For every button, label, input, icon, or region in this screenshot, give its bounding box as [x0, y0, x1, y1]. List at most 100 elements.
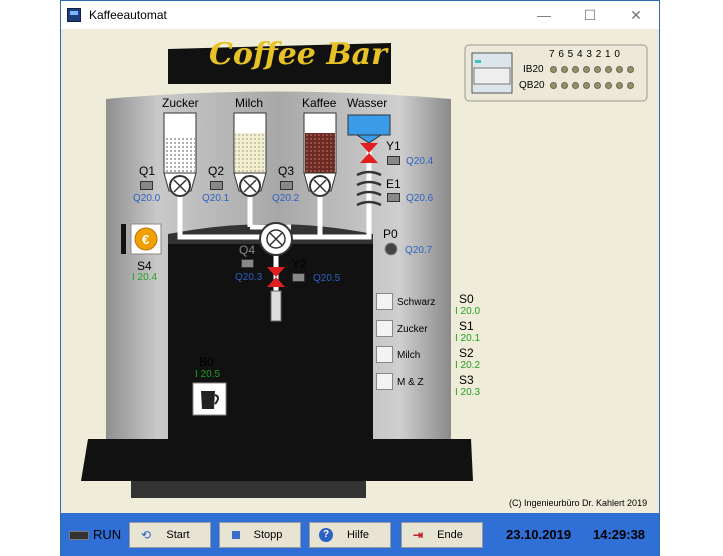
plc-input-led [561, 66, 568, 73]
plc-output-led [605, 82, 612, 89]
valve-q1-label: Q1 [139, 164, 156, 178]
run-label: RUN [93, 527, 122, 542]
valve-y1-indicator [387, 156, 400, 165]
plc-output-led [616, 82, 623, 89]
cup-label: B0 [199, 355, 214, 369]
stop-icon [228, 527, 244, 543]
select-milch-button[interactable] [376, 346, 393, 363]
lamp-p0-label: P0 [383, 227, 398, 241]
plc-input-led [572, 66, 579, 73]
app-window: Kaffeeautomat — ☐ ✕ € Coffee Bar 7 6 5 4… [60, 0, 660, 556]
valve-q1-addr: Q20.0 [133, 193, 161, 204]
help-button[interactable]: ? Hilfe [309, 522, 391, 548]
plc-output-led [550, 82, 557, 89]
start-label: Start [166, 529, 190, 541]
maximize-button[interactable]: ☐ [567, 1, 613, 29]
valve-q4-label: Q4 [239, 243, 256, 257]
machine-base [81, 439, 473, 481]
help-label: Hilfe [346, 529, 369, 541]
plc-input-label: IB20 [523, 64, 544, 75]
window-title: Kaffeeautomat [89, 8, 167, 22]
plc-output-label: QB20 [519, 80, 545, 91]
lamp-p0-addr: Q20.7 [405, 245, 433, 256]
select-mz-button[interactable] [376, 373, 393, 390]
exit-icon: ⇥ [412, 528, 424, 542]
valve-q2-addr: Q20.1 [202, 193, 230, 204]
valve-q2-indicator [210, 181, 223, 190]
app-icon [67, 8, 81, 22]
plc-output-led [627, 82, 634, 89]
valve-y1-addr: Q20.4 [406, 156, 434, 167]
coin-addr: I 20.4 [132, 272, 158, 283]
heater-e1-label: E1 [386, 177, 401, 191]
select-milch-label: Milch [397, 350, 421, 361]
start-icon: ⟲ [140, 528, 152, 542]
select-mz-label: M & Z [397, 377, 424, 388]
lamp-p0 [384, 242, 398, 256]
status-time: 14:29:38 [593, 527, 646, 542]
plc-bit-header: 7 6 5 4 3 2 1 0 [549, 49, 621, 60]
valve-y2-label: Y2 [292, 257, 307, 271]
plc-output-led [594, 82, 601, 89]
select-milch-id: S2 [459, 346, 474, 360]
machine-panel: € Coffee Bar 7 6 5 4 3 2 1 0 IB20 QB20 Z… [61, 29, 659, 513]
select-schwarz-label: Schwarz [397, 297, 436, 308]
select-mz-addr: I 20.3 [455, 387, 481, 398]
select-zucker-id: S1 [459, 319, 474, 333]
container-label-kaffee: Kaffee [302, 96, 337, 110]
stop-button[interactable]: Stopp [219, 522, 301, 548]
plc-input-led [583, 66, 590, 73]
select-milch-addr: I 20.2 [455, 360, 481, 371]
end-button[interactable]: ⇥ Ende [401, 522, 483, 548]
valve-q1-indicator [140, 181, 153, 190]
help-icon: ? [318, 527, 334, 543]
plc-input-led [605, 66, 612, 73]
container-label-milch: Milch [235, 96, 264, 110]
select-mz-id: S3 [459, 373, 474, 387]
plc-output-led [561, 82, 568, 89]
cup-addr: I 20.5 [195, 369, 221, 380]
coin-slot [121, 224, 126, 254]
svg-text:€: € [142, 232, 149, 247]
run-indicator [69, 531, 89, 540]
select-zucker-button[interactable] [376, 320, 393, 337]
plc-output-led [572, 82, 579, 89]
valve-q2-label: Q2 [208, 164, 225, 178]
valve-q4-addr: Q20.3 [235, 272, 263, 283]
valve-q4-indicator [241, 259, 254, 268]
plc-output-led [583, 82, 590, 89]
plc-input-led [616, 66, 623, 73]
valve-y1-label: Y1 [386, 139, 401, 153]
container-label-wasser: Wasser [347, 96, 388, 110]
copyright: (C) Ingenieurbüro Dr. Kahlert 2019 [509, 498, 648, 508]
plc-input-led [550, 66, 557, 73]
start-button[interactable]: ⟲ Start [129, 522, 211, 548]
close-button[interactable]: ✕ [613, 1, 659, 29]
heater-e1-addr: Q20.6 [406, 193, 434, 204]
toolbar: RUN ⟲ Start Stopp ? Hilfe ⇥ Ende 23.10.2… [61, 513, 659, 556]
valve-q3-indicator [280, 181, 293, 190]
select-schwarz-button[interactable] [376, 293, 393, 310]
coin-label: S4 [137, 259, 152, 273]
drip-tray [131, 481, 366, 498]
valve-y2-indicator [292, 273, 305, 282]
end-label: Ende [437, 529, 463, 541]
cup-icon [201, 391, 215, 409]
select-schwarz-addr: I 20.0 [455, 306, 481, 317]
valve-q3-addr: Q20.2 [272, 193, 300, 204]
minimize-button[interactable]: — [521, 1, 567, 29]
title-bar: Kaffeeautomat — ☐ ✕ [61, 1, 659, 29]
sign-title: Coffee Bar [209, 37, 387, 72]
select-schwarz-id: S0 [459, 292, 474, 306]
select-zucker-addr: I 20.1 [455, 333, 481, 344]
status-date: 23.10.2019 [506, 527, 572, 542]
stop-label: Stopp [253, 529, 283, 541]
plc-input-led [594, 66, 601, 73]
heater-e1-indicator [387, 193, 400, 202]
valve-q3-label: Q3 [278, 164, 295, 178]
container-label-zucker: Zucker [162, 96, 199, 110]
valve-q4 [259, 222, 293, 256]
valve-y2-addr: Q20.5 [313, 273, 341, 284]
select-zucker-label: Zucker [397, 324, 428, 335]
plc-input-led [627, 66, 634, 73]
